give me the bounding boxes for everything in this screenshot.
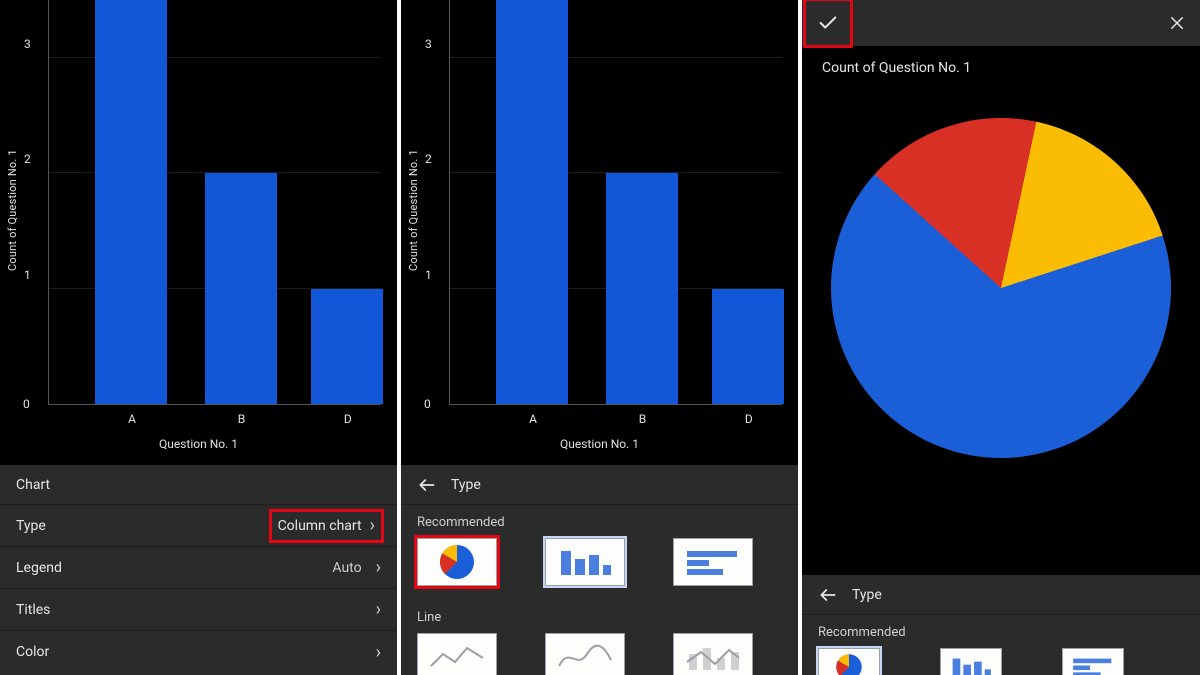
- bar-B: [205, 173, 277, 404]
- back-icon[interactable]: [417, 475, 437, 495]
- pie-chart: [831, 118, 1171, 458]
- x-axis-label: Question No. 1: [0, 437, 397, 451]
- thumb-pie[interactable]: [818, 648, 880, 675]
- type-header: Type: [852, 587, 882, 603]
- type-picker: Type Recommended: [802, 575, 1200, 675]
- section-line: Line: [401, 600, 798, 629]
- thumb-line-smooth[interactable]: [545, 633, 625, 675]
- row-titles-label: Titles: [16, 602, 50, 618]
- bar-A: [496, 0, 568, 404]
- x-axis-label: Question No. 1: [401, 437, 798, 451]
- bar-chart: Count of Question No. 1 0 1 2 3 A B D Qu…: [401, 0, 798, 465]
- row-type-label: Type: [16, 518, 46, 534]
- type-header: Type: [451, 477, 481, 493]
- y-tick-2: 2: [24, 152, 31, 166]
- row-legend-value: Auto: [332, 557, 381, 578]
- thumb-pie[interactable]: [417, 538, 497, 586]
- y-axis-label: Count of Question No. 1: [407, 0, 420, 420]
- row-color[interactable]: Color: [0, 631, 397, 673]
- y-tick-3: 3: [24, 37, 31, 51]
- recommended-row: [802, 644, 1200, 675]
- pie-slices: [802, 74, 1200, 502]
- bar-chart: Count of Question No. 1 0 1 2 3 A B D Qu…: [0, 0, 397, 465]
- panel-pie-preview: Count of Question No. 1 Type Recommended: [802, 0, 1200, 675]
- confirm-button[interactable]: [806, 1, 850, 45]
- section-recommended: Recommended: [802, 615, 1200, 644]
- thumb-column[interactable]: [545, 538, 625, 586]
- thumb-bar-horizontal[interactable]: [1062, 648, 1124, 675]
- plot-area: 1 2 3 A B D: [48, 0, 381, 405]
- x-tick-A: A: [529, 412, 537, 426]
- row-legend-label: Legend: [16, 560, 62, 576]
- y-tick-1: 1: [425, 268, 432, 282]
- panel-type-picker: Count of Question No. 1 0 1 2 3 A B D Qu…: [401, 0, 798, 675]
- x-tick-B: B: [639, 412, 646, 426]
- settings-header: Chart: [0, 465, 397, 505]
- x-tick-D: D: [745, 412, 753, 426]
- bar-B: [606, 173, 678, 404]
- y-tick-0: 0: [23, 397, 30, 411]
- back-icon[interactable]: [818, 585, 838, 605]
- y-tick-2: 2: [425, 152, 432, 166]
- bar-A: [95, 0, 167, 404]
- panel-chart-settings: Count of Question No. 1 0 1 2 3 A B D Qu…: [0, 0, 397, 675]
- row-type[interactable]: Type Column chart: [0, 505, 397, 547]
- close-icon[interactable]: [1168, 14, 1186, 32]
- thumb-column[interactable]: [940, 648, 1002, 675]
- thumb-combo[interactable]: [673, 633, 753, 675]
- bar-D: [712, 289, 784, 404]
- y-tick-0: 0: [424, 397, 431, 411]
- row-titles[interactable]: Titles: [0, 589, 397, 631]
- y-tick-3: 3: [425, 37, 432, 51]
- bar-D: [311, 289, 383, 404]
- thumb-bar-horizontal[interactable]: [673, 538, 753, 586]
- type-header-row: Type: [802, 575, 1200, 615]
- row-type-value[interactable]: Column chart: [272, 512, 381, 540]
- settings-header-label: Chart: [16, 477, 50, 493]
- type-picker: Type Recommended: [401, 465, 798, 675]
- line-row: [401, 629, 798, 675]
- x-tick-D: D: [344, 412, 352, 426]
- row-color-value: [368, 642, 381, 663]
- check-icon: [817, 12, 839, 34]
- plot-area: 1 2 3 A B D: [449, 0, 782, 405]
- x-tick-B: B: [238, 412, 245, 426]
- x-tick-A: A: [128, 412, 136, 426]
- thumb-line[interactable]: [417, 633, 497, 675]
- recommended-row: [401, 534, 798, 600]
- row-titles-value: [368, 599, 381, 620]
- row-color-label: Color: [16, 644, 49, 660]
- row-legend[interactable]: Legend Auto: [0, 547, 397, 589]
- topbar: [802, 0, 1200, 46]
- pie-chart-title: Count of Question No. 1: [822, 60, 971, 76]
- section-recommended: Recommended: [401, 505, 798, 534]
- y-axis-label: Count of Question No. 1: [6, 0, 19, 420]
- settings-list: Chart Type Column chart Legend Auto Titl…: [0, 465, 397, 675]
- type-header-row: Type: [401, 465, 798, 505]
- y-tick-1: 1: [24, 268, 31, 282]
